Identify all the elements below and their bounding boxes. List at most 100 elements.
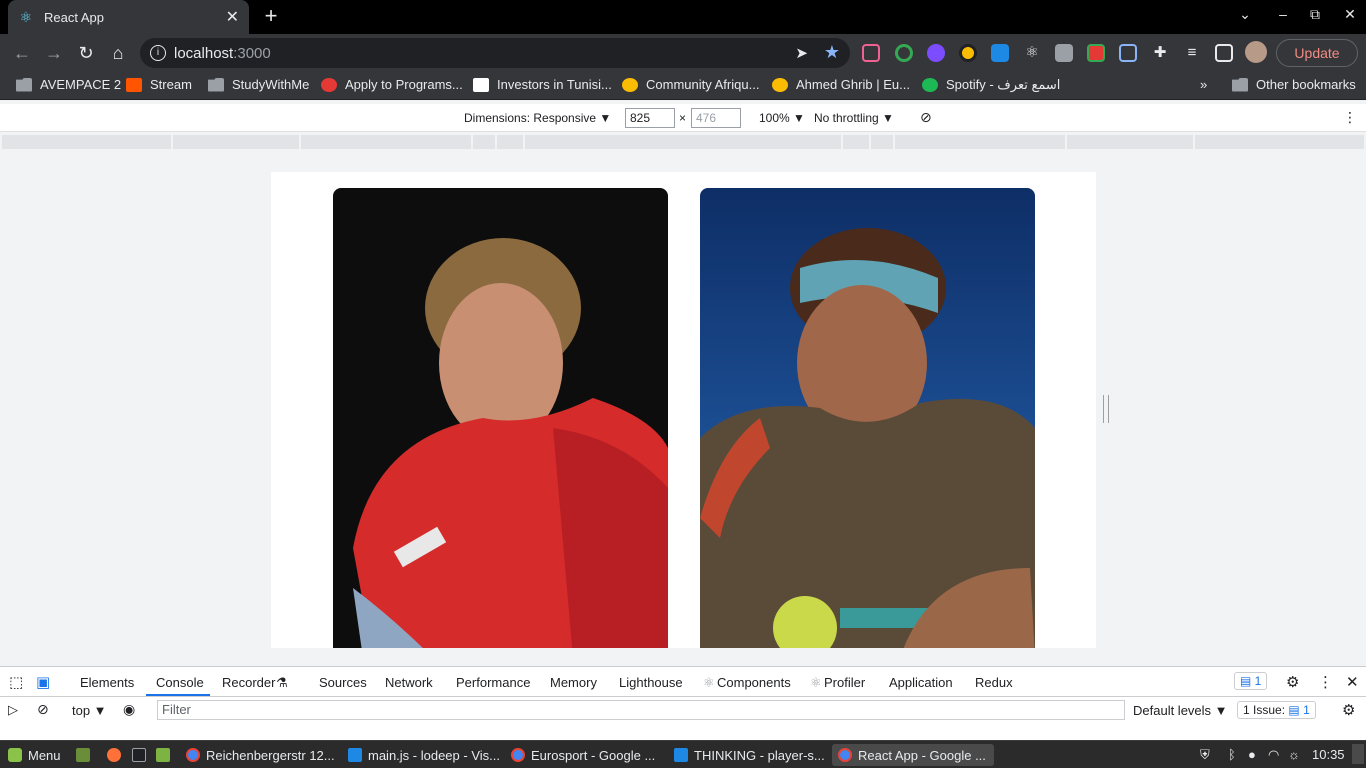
settings-gear-icon[interactable]: ⚙ xyxy=(1286,673,1299,691)
ruler-segment[interactable] xyxy=(895,135,1065,149)
task-chrome-reichenberger[interactable]: Reichenbergerstr 12... xyxy=(180,744,341,766)
profile-avatar[interactable] xyxy=(1245,41,1267,63)
clear-console-icon[interactable]: ⊘ xyxy=(37,701,49,718)
tab-application[interactable]: Application xyxy=(889,675,953,690)
clock[interactable]: 10:35 xyxy=(1312,747,1345,762)
bookmark-star-icon[interactable]: ★ xyxy=(824,42,840,63)
tab-lighthouse[interactable]: Lighthouse xyxy=(619,675,683,690)
ruler-segment[interactable] xyxy=(301,135,471,149)
new-tab-button[interactable]: + xyxy=(260,4,282,28)
brightness-tray-icon[interactable]: ☼ xyxy=(1288,747,1300,762)
player-image-nadal[interactable] xyxy=(700,188,1035,648)
ruler-segment[interactable] xyxy=(173,135,299,149)
more-options-icon[interactable]: ⋮ xyxy=(1343,109,1357,126)
live-expression-eye-icon[interactable]: ◉ xyxy=(123,701,135,718)
extension-yellow-icon[interactable] xyxy=(959,44,977,62)
ruler-segment[interactable] xyxy=(843,135,869,149)
site-info-icon[interactable]: i xyxy=(150,45,166,61)
width-input[interactable] xyxy=(625,108,675,128)
height-input[interactable] xyxy=(691,108,741,128)
reload-button[interactable]: ↻ xyxy=(74,41,98,65)
ruler-segment[interactable] xyxy=(1195,135,1364,149)
devtools-close-icon[interactable]: ✕ xyxy=(1346,673,1359,691)
context-selector[interactable]: top ▼ xyxy=(72,703,107,718)
tab-elements[interactable]: Elements xyxy=(80,675,134,690)
address-bar[interactable]: i localhost:3000 ➤ ★ xyxy=(140,38,850,68)
bookmark-studywithme[interactable]: StudyWithMe xyxy=(208,77,309,92)
pocket-extension-icon[interactable] xyxy=(862,44,880,62)
window-close-button[interactable]: ✕ xyxy=(1338,6,1362,23)
bookmark-community-afrique[interactable]: Community Afriqu... xyxy=(622,77,759,92)
task-chrome-react-app[interactable]: React App - Google ... xyxy=(832,744,994,766)
extension-blue-icon[interactable] xyxy=(991,44,1009,62)
player-image-wawrinka[interactable] xyxy=(333,188,668,648)
rotate-icon[interactable]: ⊘ xyxy=(920,109,932,126)
bookmarks-overflow-button[interactable]: » xyxy=(1200,77,1207,92)
tab-performance[interactable]: Performance xyxy=(456,675,530,690)
task-vscode-main[interactable]: main.js - lodeep - Vis... xyxy=(342,744,506,766)
extension-gear-icon[interactable] xyxy=(927,44,945,62)
viewport-resize-handle[interactable] xyxy=(1103,395,1109,423)
tab-network[interactable]: Network xyxy=(385,675,433,690)
devtools-more-icon[interactable]: ⋮ xyxy=(1318,673,1333,691)
wifi-tray-icon[interactable]: ◠ xyxy=(1268,747,1279,763)
update-button[interactable]: Update xyxy=(1276,39,1358,67)
home-button[interactable]: ⌂ xyxy=(106,41,130,65)
tab-profiler[interactable]: Profiler xyxy=(824,675,865,690)
tab-sources[interactable]: Sources xyxy=(319,675,367,690)
ruler-segment[interactable] xyxy=(2,135,171,149)
bookmark-avempace[interactable]: AVEMPACE 2 xyxy=(16,77,121,92)
forward-button[interactable]: → xyxy=(42,41,66,65)
tab-memory[interactable]: Memory xyxy=(550,675,597,690)
sidebar-toggle-icon[interactable]: ▷ xyxy=(8,702,18,718)
console-settings-icon[interactable]: ⚙ xyxy=(1342,701,1355,719)
bookmark-spotify[interactable]: Spotify - اسمع تعرف xyxy=(922,77,1060,93)
tab-search-icon[interactable]: ⌄ xyxy=(1233,6,1257,23)
extensions-puzzle-icon[interactable]: ✚ xyxy=(1151,44,1169,62)
bookmark-apply-programs[interactable]: Apply to Programs... xyxy=(321,77,463,92)
ruler-segment[interactable] xyxy=(525,135,841,149)
ruler-segment[interactable] xyxy=(871,135,893,149)
dimensions-dropdown[interactable]: Dimensions: Responsive ▼ xyxy=(464,111,611,125)
reader-extension-icon[interactable] xyxy=(1055,44,1073,62)
minimize-button[interactable]: – xyxy=(1271,6,1295,22)
start-menu-button[interactable]: Menu xyxy=(2,744,67,766)
tab-components[interactable]: Components xyxy=(717,675,791,690)
bookmark-ahmed-ghrib[interactable]: Ahmed Ghrib | Eu... xyxy=(772,77,910,92)
zoom-dropdown[interactable]: 100% ▼ xyxy=(759,111,805,125)
ruler-segment[interactable] xyxy=(1067,135,1193,149)
screen-extension-icon[interactable] xyxy=(1119,44,1137,62)
bookmark-investors-tunisia[interactable]: Investors in Tunisi... xyxy=(473,77,612,92)
tab-redux[interactable]: Redux xyxy=(975,675,1013,690)
inspect-element-icon[interactable]: ⬚ xyxy=(9,673,23,691)
tab-close-icon[interactable]: ✕ xyxy=(226,7,239,27)
bookmark-stream[interactable]: Stream xyxy=(126,77,192,92)
media-control-icon[interactable]: ≡ xyxy=(1183,44,1201,62)
extension-circle-icon[interactable] xyxy=(895,44,913,62)
log-levels-dropdown[interactable]: Default levels ▼ xyxy=(1133,703,1228,718)
tab-recorder[interactable]: Recorder xyxy=(222,675,275,690)
send-tab-icon[interactable]: ➤ xyxy=(795,44,808,62)
side-panel-icon[interactable] xyxy=(1215,44,1233,62)
throttling-dropdown[interactable]: No throttling ▼ xyxy=(814,111,894,125)
shield-tray-icon[interactable]: ⛨ xyxy=(1200,747,1210,763)
task-vscode-thinking[interactable]: THINKING - player-s... xyxy=(668,744,831,766)
ruler-segment[interactable] xyxy=(497,135,523,149)
video-extension-icon[interactable] xyxy=(1087,44,1105,62)
bluetooth-tray-icon[interactable]: ᛒ xyxy=(1228,747,1236,762)
device-toggle-icon[interactable]: ▣ xyxy=(36,673,50,691)
messages-badge[interactable]: ▤ 1 xyxy=(1234,672,1268,690)
react-devtools-icon[interactable]: ⚛ xyxy=(1023,44,1041,62)
browser-tab[interactable]: ⚛ React App ✕ xyxy=(8,0,249,34)
other-bookmarks[interactable]: Other bookmarks xyxy=(1232,77,1356,92)
show-desktop-button[interactable] xyxy=(70,744,102,766)
console-filter-input[interactable]: Filter xyxy=(157,700,1125,720)
task-chrome-eurosport[interactable]: Eurosport - Google ... xyxy=(505,744,661,766)
back-button[interactable]: ← xyxy=(10,41,34,65)
files-launcher[interactable] xyxy=(150,744,182,766)
notification-area[interactable] xyxy=(1352,744,1364,764)
issues-counter[interactable]: 1 Issue: ▤ 1 xyxy=(1237,701,1316,719)
maximize-button[interactable]: ⧉ xyxy=(1303,6,1327,23)
user-tray-icon[interactable]: ● xyxy=(1248,747,1256,762)
ruler-segment[interactable] xyxy=(473,135,495,149)
